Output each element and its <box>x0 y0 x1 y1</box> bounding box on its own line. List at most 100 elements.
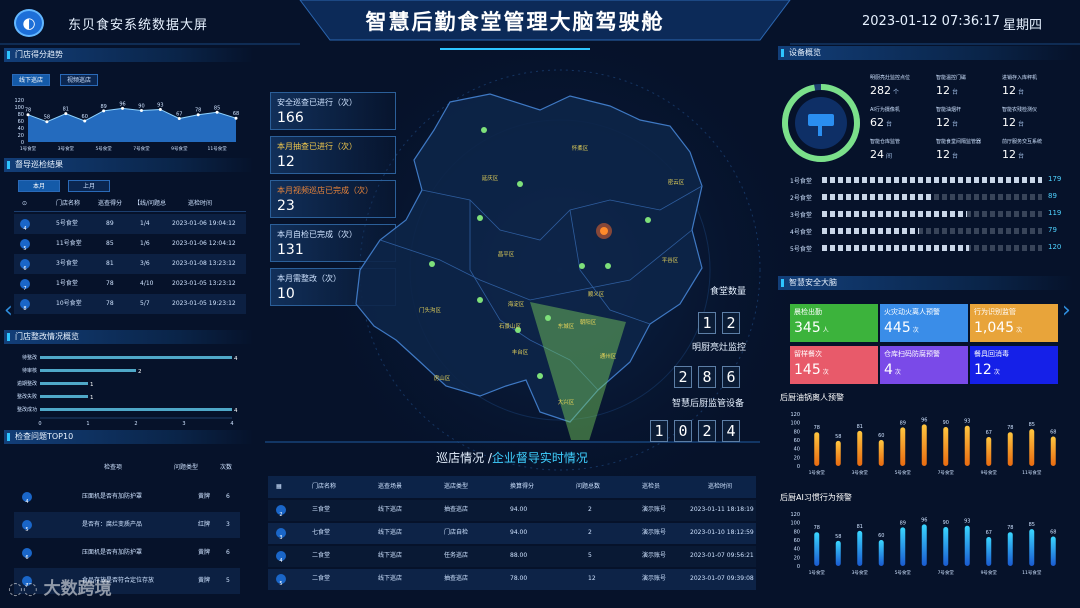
bar-value-label: 81 <box>857 524 863 530</box>
table-row[interactable]: 4 压面机是否有加防护罩 黄牌 6 <box>14 484 240 510</box>
brain-card-value: 1,045 次 <box>974 320 1022 336</box>
cell-time: 2023-01-07 09:39:08 <box>690 575 754 582</box>
brain-card[interactable]: 餐具回消毒 12 次 <box>970 346 1058 384</box>
ai-alert-title: 后厨AI习惯行为预警 <box>780 493 852 502</box>
col-patrol-type: 巡店类型 <box>444 483 469 490</box>
rect-bar <box>40 356 232 359</box>
bar <box>835 540 841 566</box>
table-row[interactable]: 4 二食堂 线下巡店 任务巡店 88.00 5 演示账号 2023-01-07 09:56:2… <box>268 546 756 567</box>
cell-time: 2023-01-11 18:18:19 <box>690 506 754 513</box>
brain-card-value: 145 次 <box>794 362 829 378</box>
y-tick-label: 80 <box>18 112 24 118</box>
device-value: 12 台 <box>936 84 958 97</box>
store-marker[interactable] <box>545 315 551 321</box>
y-tick-label: 100 <box>790 421 800 427</box>
bar-value-label: 90 <box>943 420 949 426</box>
col-time: 巡检时间 <box>188 200 213 207</box>
cell-inspector: 演示账号 <box>642 575 667 582</box>
y-tick-label: 0 <box>21 140 24 146</box>
store-marker[interactable] <box>477 297 483 303</box>
tab-last-month[interactable]: 上月 <box>68 180 110 192</box>
tab-offline[interactable]: 线下巡店 <box>12 74 50 86</box>
tab-this-month[interactable]: 本月 <box>18 180 60 192</box>
inspection-table-header: ⊙ 门店名称 巡查得分 【线/问题总 巡检时间 <box>14 196 246 212</box>
brain-card[interactable]: 火灾动火离人预警 445 次 <box>880 304 968 342</box>
device-count: 12 <box>936 84 950 97</box>
device-unit: 台 <box>952 89 959 96</box>
prev-page-icon[interactable]: ‹ <box>4 300 13 322</box>
table-row[interactable]: 7 1号食堂 78 4/10 2023-01-05 13:23:12 <box>14 274 246 294</box>
brain-card-label: 仓库扫码防腐预警 <box>884 350 940 358</box>
device-name: AI行为摄像机 <box>870 107 900 113</box>
patrol-table: ▦ 门店名称 巡查场景 巡店类型 换算得分 问题总数 巡检员 巡检时间 2 三食堂… <box>268 476 756 594</box>
next-page-icon[interactable]: › <box>1062 300 1071 322</box>
stat-value: 131 <box>277 242 304 258</box>
counter-digit: 2 <box>698 420 716 442</box>
cell-inspector: 演示账号 <box>642 506 667 513</box>
y-tick-label: 60 <box>794 438 800 444</box>
cell-score: 89 <box>106 220 114 227</box>
store-marker[interactable] <box>477 215 483 221</box>
rect-value-label: 1 <box>90 382 94 388</box>
brain-card[interactable]: 留样餐次 145 次 <box>790 346 878 384</box>
bar-value-label: 90 <box>943 520 949 526</box>
table-row[interactable]: 5 是否有：腐烂变质产品 红牌 3 <box>14 512 240 538</box>
table-row[interactable]: 4 5号食堂 89 1/4 2023-01-06 19:04:12 <box>14 214 246 234</box>
row-index-badge: 7 <box>20 279 30 292</box>
store-marker[interactable] <box>429 261 435 267</box>
brain-card-count: 445 <box>884 320 911 336</box>
cell-name: 七食堂 <box>312 529 331 536</box>
store-marker[interactable] <box>537 373 543 379</box>
cell-score: 94.00 <box>510 506 528 513</box>
device-name: 进销存入库秤机 <box>1002 75 1038 81</box>
brain-card-unit: 次 <box>912 327 919 334</box>
rectification-chart: 待整改 4 待审核 2 逾期整改 1 整改失败 1 整改成功 4 0 1 2 3 4 <box>17 354 238 426</box>
tab-video[interactable]: 视频巡店 <box>60 74 98 86</box>
store-marker[interactable] <box>579 263 585 269</box>
bar <box>835 440 841 466</box>
cell-type: 黄牌 <box>198 493 211 500</box>
col-score: 巡查得分 <box>98 200 123 207</box>
brain-card-value: 445 次 <box>884 320 919 336</box>
device-bar-fill <box>822 211 968 217</box>
table-row[interactable]: 8 10号食堂 78 5/7 2023-01-05 19:23:12 <box>14 294 246 314</box>
device-count: 24 <box>870 148 884 161</box>
table-row[interactable]: 2 三食堂 线下巡店 抽查巡店 94.00 2 演示账号 2023-01-11 18:18:1… <box>268 500 756 521</box>
bar-category-label: 9号食堂 <box>981 569 998 576</box>
bar <box>921 424 927 466</box>
rect-category-label: 逾期整改 <box>17 380 37 387</box>
cell-inspector: 演示账号 <box>642 552 667 559</box>
brain-card[interactable]: 行为识别监管 1,045 次 <box>970 304 1058 342</box>
store-marker[interactable] <box>605 263 611 269</box>
table-row[interactable]: 5 11号食堂 85 1/6 2023-01-06 12:04:12 <box>14 234 246 254</box>
y-tick-label: 80 <box>794 429 800 435</box>
rect-value-label: 4 <box>234 408 238 414</box>
table-row[interactable]: 5 二食堂 线下巡店 抽查巡店 78.00 12 演示账号 2023-01-07 09:39:… <box>268 569 756 590</box>
bar-value-label: 85 <box>1029 422 1035 428</box>
watermark-logo: ◌◌ 大数跨境 <box>8 574 112 599</box>
brain-card[interactable]: 仓库扫码防腐预警 4 次 <box>880 346 968 384</box>
bar-value-label: 60 <box>878 533 884 539</box>
col-issue-type: 问题类型 <box>174 464 199 471</box>
table-row[interactable]: 3 七食堂 线下巡店 门店自检 94.00 2 演示账号 2023-01-10 18:12:5… <box>268 523 756 544</box>
device-unit: 台 <box>1018 89 1025 96</box>
device-unit: 台 <box>952 153 959 160</box>
district-label: 石景山区 <box>499 322 522 330</box>
cell-score: 78 <box>106 300 114 307</box>
store-marker[interactable] <box>481 127 487 133</box>
brain-card[interactable]: 晨检出勤 345 人 <box>790 304 878 342</box>
rect-category-label: 待审核 <box>22 367 37 374</box>
map-outline <box>355 93 703 423</box>
store-marker[interactable] <box>517 181 523 187</box>
patrol-title-b: 企业督导实时情况 <box>491 451 588 465</box>
table-row[interactable]: 6 压面机是否有加防护罩 黄牌 6 <box>14 540 240 566</box>
table-row[interactable]: 6 3号食堂 81 3/6 2023-01-08 13:23:12 <box>14 254 246 274</box>
brain-card-label: 行为识别监管 <box>974 308 1016 316</box>
trend-category-label: 9号食堂 <box>171 145 188 152</box>
trend-category-label: 1号食堂 <box>20 145 37 152</box>
store-marker[interactable] <box>645 217 651 223</box>
device-count: 12 <box>1002 116 1016 129</box>
col-patrol-time: 巡检时间 <box>708 483 733 490</box>
bar-value-label: 67 <box>986 530 992 536</box>
bar <box>900 527 906 566</box>
